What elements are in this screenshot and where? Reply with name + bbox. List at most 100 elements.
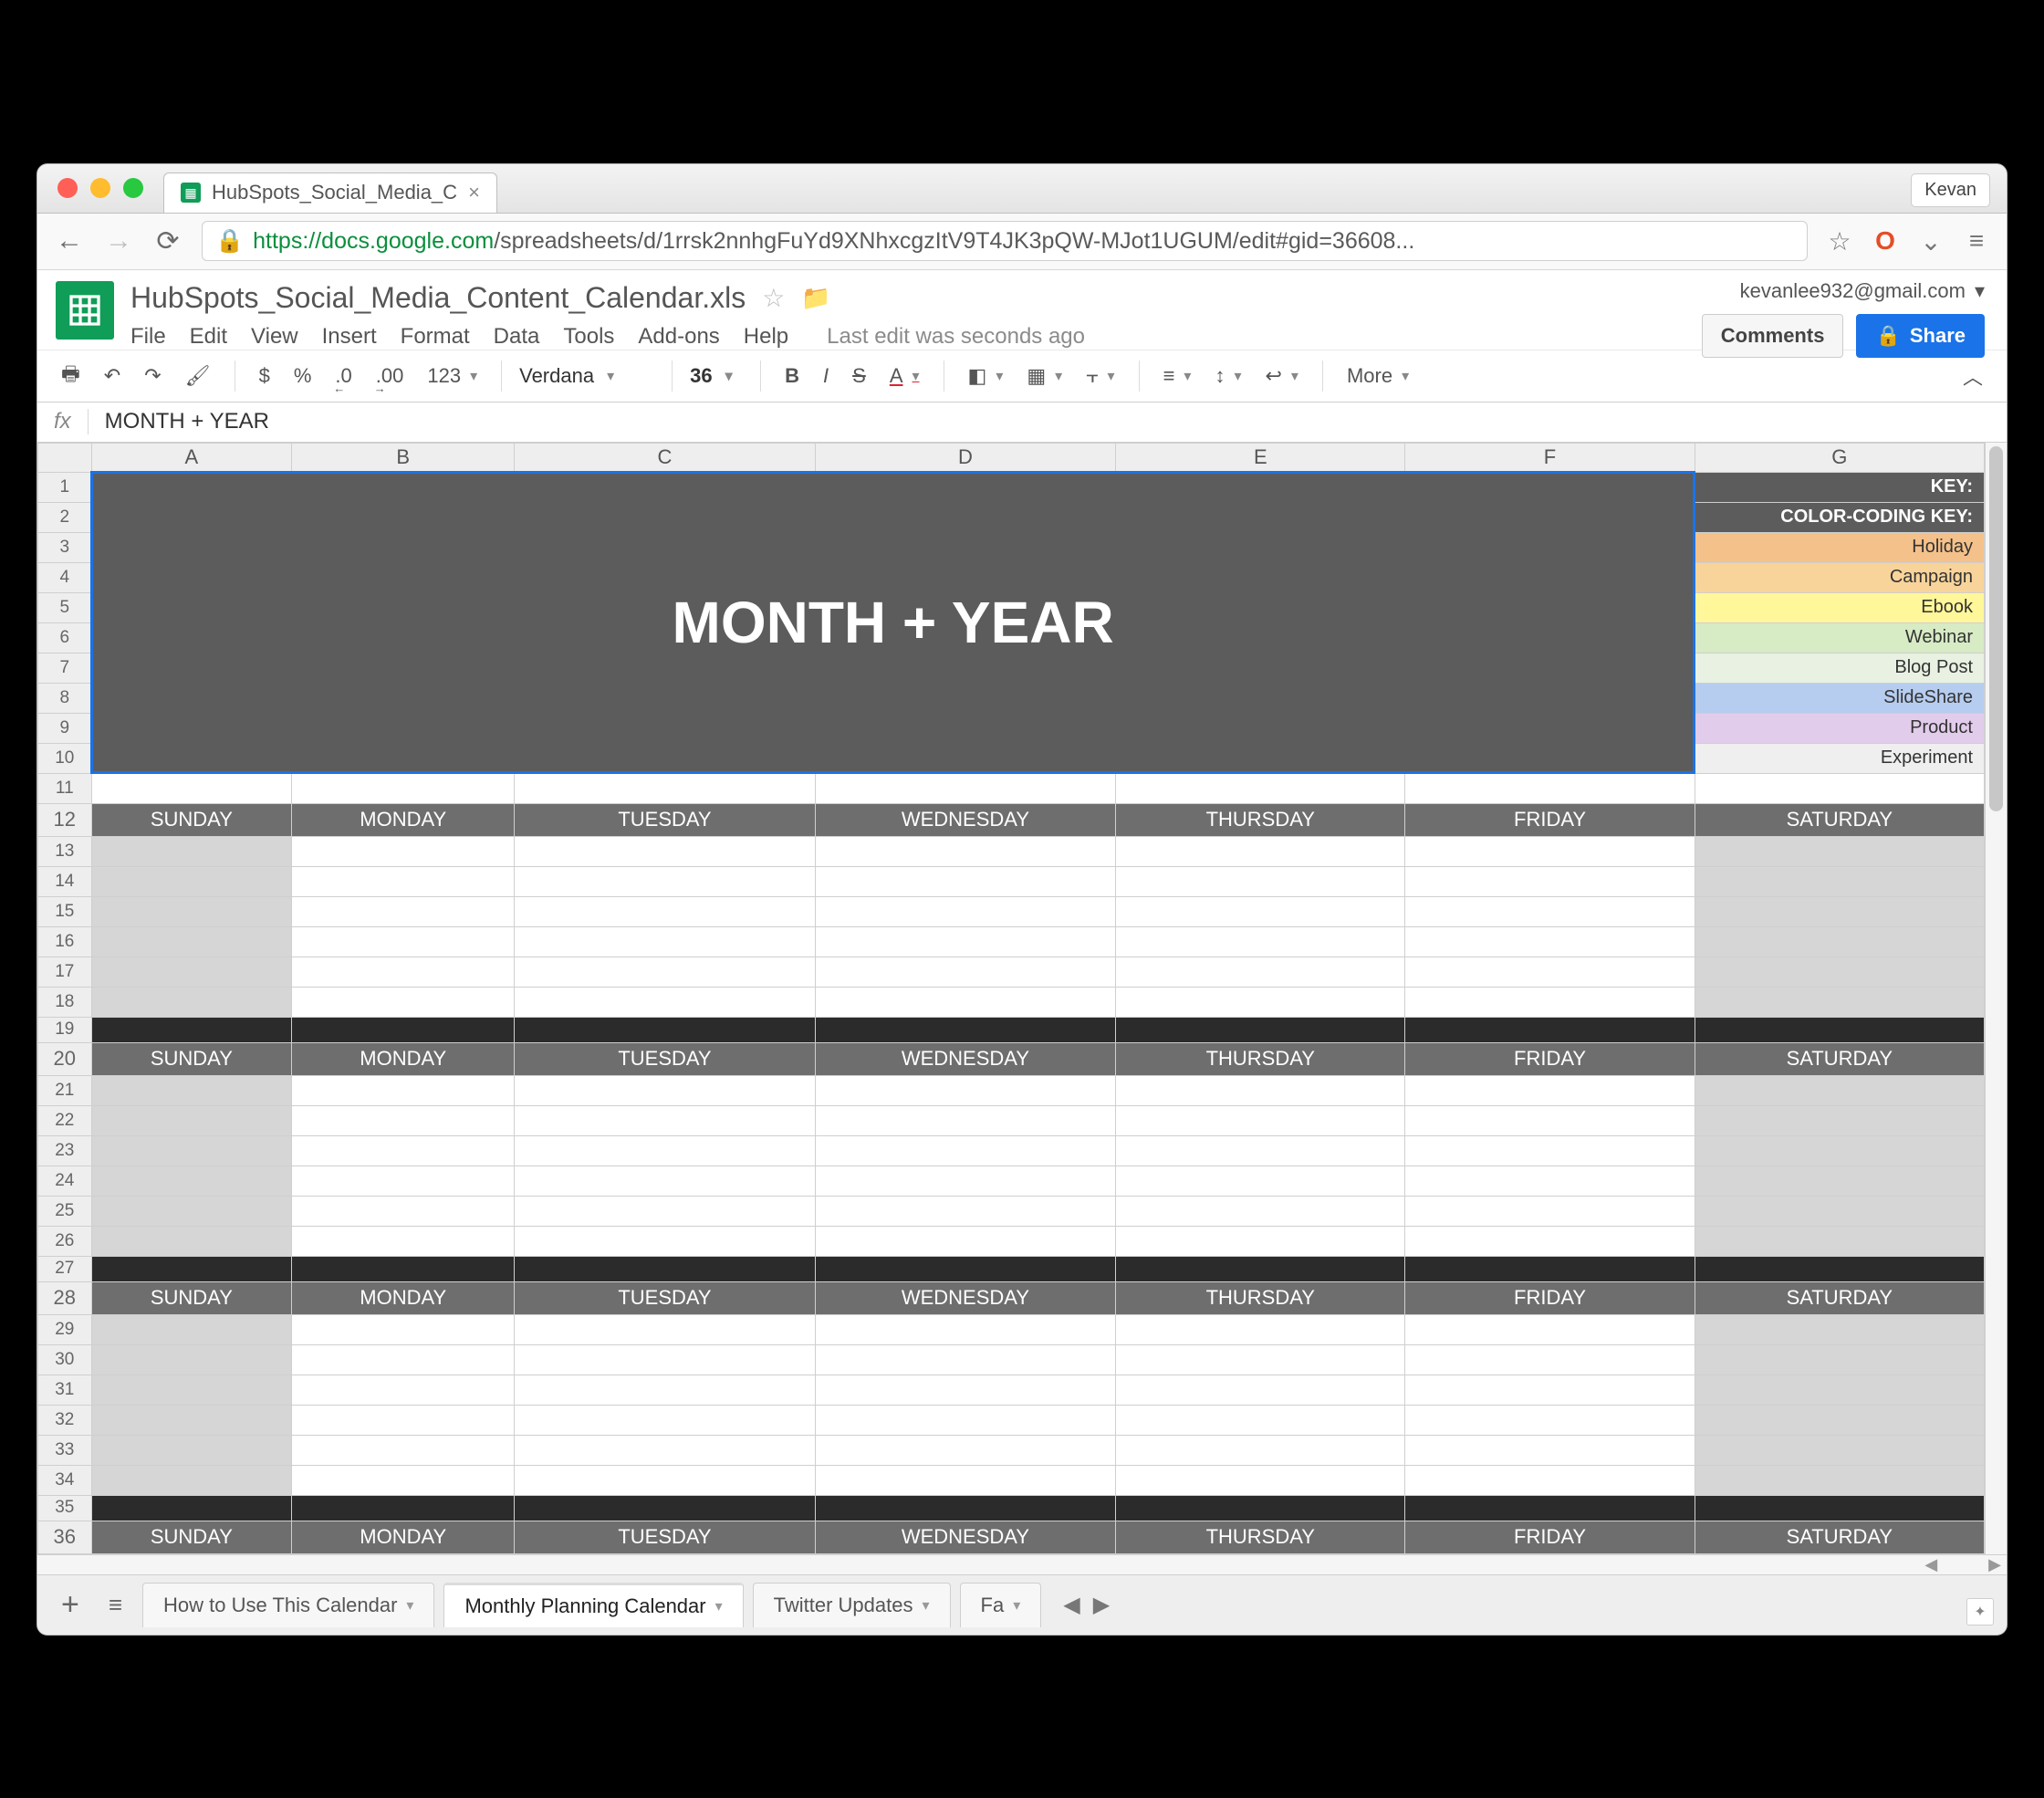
spreadsheet-grid[interactable]: ABCDEFG1MONTH + YEARKEY:2COLOR-CODING KE…: [37, 443, 1985, 1554]
cell[interactable]: [1405, 866, 1695, 896]
cell[interactable]: [1695, 773, 1984, 803]
cell[interactable]: [515, 1196, 815, 1226]
cell[interactable]: [292, 1465, 515, 1495]
cell[interactable]: [91, 1465, 292, 1495]
hscroll-left-icon[interactable]: ◀: [1924, 1555, 1937, 1574]
row-header-3[interactable]: 3: [38, 532, 92, 562]
document-title[interactable]: HubSpots_Social_Media_Content_Calendar.x…: [130, 281, 746, 315]
cell[interactable]: [1116, 1314, 1405, 1344]
cell[interactable]: [815, 1196, 1115, 1226]
chrome-profile-button[interactable]: Kevan: [1911, 173, 1990, 207]
cell[interactable]: [91, 1166, 292, 1196]
strike-button[interactable]: S: [845, 361, 873, 392]
cell[interactable]: [815, 896, 1115, 926]
paint-format-icon[interactable]: 🖌: [178, 361, 218, 392]
cell[interactable]: [515, 896, 815, 926]
row-header-6[interactable]: 6: [38, 622, 92, 653]
cell[interactable]: [815, 1344, 1115, 1375]
opera-ext-icon[interactable]: O: [1872, 227, 1899, 255]
horizontal-align-button[interactable]: ≡: [1156, 361, 1199, 392]
row-header-34[interactable]: 34: [38, 1465, 92, 1495]
cell[interactable]: [515, 987, 815, 1017]
row-header-31[interactable]: 31: [38, 1375, 92, 1405]
cell[interactable]: [1116, 1166, 1405, 1196]
row-header-17[interactable]: 17: [38, 956, 92, 987]
cell[interactable]: [1405, 896, 1695, 926]
cell[interactable]: [1405, 1314, 1695, 1344]
row-header-28[interactable]: 28: [38, 1281, 92, 1314]
browser-tab-active[interactable]: ▦ HubSpots_Social_Media_C ×: [163, 172, 497, 213]
row-header-26[interactable]: 26: [38, 1226, 92, 1256]
menu-insert[interactable]: Insert: [322, 324, 377, 350]
cell[interactable]: [292, 896, 515, 926]
zoom-window-button[interactable]: [123, 178, 143, 198]
undo-icon[interactable]: ↶: [97, 361, 128, 392]
col-header-G[interactable]: G: [1695, 443, 1984, 472]
cell[interactable]: [815, 773, 1115, 803]
menu-edit[interactable]: Edit: [190, 324, 227, 350]
cell[interactable]: [1116, 866, 1405, 896]
reload-button[interactable]: ⟳: [152, 225, 183, 257]
sheet-tab-menu-icon[interactable]: ▾: [922, 1596, 929, 1615]
row-header-15[interactable]: 15: [38, 896, 92, 926]
menu-help[interactable]: Help: [744, 324, 788, 350]
cell[interactable]: [515, 1465, 815, 1495]
cell[interactable]: [1695, 926, 1984, 956]
cell[interactable]: [815, 1105, 1115, 1135]
cell[interactable]: [1695, 987, 1984, 1017]
cell[interactable]: [1116, 956, 1405, 987]
cell[interactable]: [1116, 773, 1405, 803]
cell[interactable]: [1695, 1314, 1984, 1344]
cell[interactable]: [515, 1135, 815, 1166]
row-header-22[interactable]: 22: [38, 1105, 92, 1135]
cell[interactable]: [515, 1435, 815, 1465]
row-header-24[interactable]: 24: [38, 1166, 92, 1196]
increase-decimal[interactable]: .00→: [369, 361, 412, 392]
cell[interactable]: [292, 926, 515, 956]
account-email[interactable]: kevanlee932@gmail.com ▾: [1702, 279, 1985, 303]
cell[interactable]: [515, 1105, 815, 1135]
cell[interactable]: [515, 1314, 815, 1344]
cell[interactable]: [292, 1196, 515, 1226]
cell[interactable]: [1695, 956, 1984, 987]
col-header-C[interactable]: C: [515, 443, 815, 472]
cell[interactable]: [292, 987, 515, 1017]
row-header-33[interactable]: 33: [38, 1435, 92, 1465]
toolbar-chevron-up-icon[interactable]: ︿: [1955, 358, 1990, 394]
cell[interactable]: [815, 1375, 1115, 1405]
cell[interactable]: [1405, 1375, 1695, 1405]
select-all-corner[interactable]: [38, 443, 92, 472]
more-toolbar-button[interactable]: More: [1340, 361, 1416, 392]
cell[interactable]: [1116, 926, 1405, 956]
row-header-7[interactable]: 7: [38, 653, 92, 683]
cell[interactable]: [91, 1375, 292, 1405]
cell[interactable]: [91, 836, 292, 866]
cell[interactable]: [1695, 1135, 1984, 1166]
sheet-tab-3[interactable]: Fa▾: [960, 1583, 1042, 1627]
col-header-B[interactable]: B: [292, 443, 515, 472]
row-header-36[interactable]: 36: [38, 1521, 92, 1553]
cell[interactable]: [815, 836, 1115, 866]
folder-icon[interactable]: 📁: [801, 284, 830, 312]
cell[interactable]: [1405, 1435, 1695, 1465]
formula-bar-input[interactable]: MONTH + YEAR: [105, 409, 269, 434]
cell[interactable]: [1405, 1226, 1695, 1256]
row-header-30[interactable]: 30: [38, 1344, 92, 1375]
col-header-D[interactable]: D: [815, 443, 1115, 472]
all-sheets-button[interactable]: ≡: [101, 1591, 130, 1619]
redo-icon[interactable]: ↷: [137, 361, 168, 392]
row-header-13[interactable]: 13: [38, 836, 92, 866]
row-header-29[interactable]: 29: [38, 1314, 92, 1344]
cell[interactable]: [292, 1105, 515, 1135]
row-header-14[interactable]: 14: [38, 866, 92, 896]
row-header-32[interactable]: 32: [38, 1405, 92, 1435]
horizontal-scrollbar[interactable]: ◀ ▶: [37, 1554, 2007, 1574]
cell[interactable]: [1695, 896, 1984, 926]
tabscroll-left-icon[interactable]: ◀: [1063, 1592, 1079, 1618]
cell[interactable]: [1695, 1465, 1984, 1495]
cell[interactable]: [91, 1405, 292, 1435]
cell[interactable]: [815, 926, 1115, 956]
cell[interactable]: [292, 1135, 515, 1166]
decrease-decimal[interactable]: .0←: [328, 361, 359, 392]
text-color-button[interactable]: A: [882, 361, 927, 392]
